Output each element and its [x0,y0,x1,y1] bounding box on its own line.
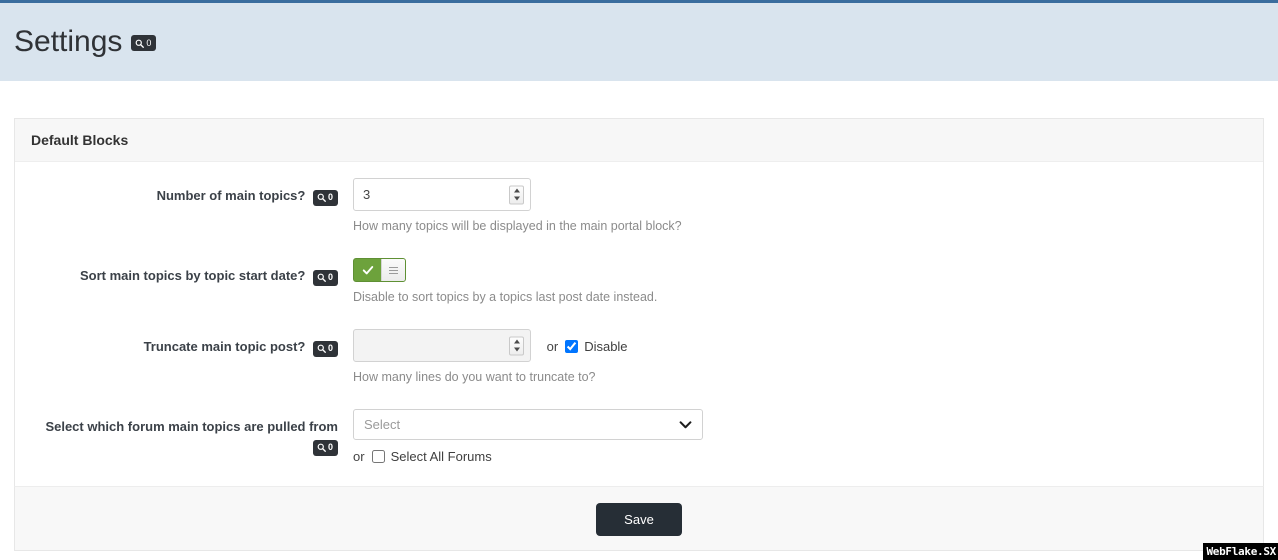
form-row-truncate-main-topic-post: Truncate main topic post? 0 or Disable H… [15,329,1263,385]
search-badge-count: 0 [327,442,333,453]
search-icon [317,443,326,452]
search-icon [136,39,145,48]
control-col: Select or Select All Forums [353,409,1263,464]
label-text: Sort main topics by topic start date? [79,268,306,283]
label-select-forum: Select which forum main topics are pulle… [15,409,353,456]
search-badge-count: 0 [146,37,152,48]
header-search-badge[interactable]: 0 [131,35,157,51]
select-all-forums-group: or Select All Forums [353,449,1263,464]
control-col: Disable to sort topics by a topics last … [353,258,1263,305]
label-number-of-main-topics: Number of main topics? 0 [15,178,353,206]
number-stepper[interactable] [509,336,524,355]
panel-footer: Save [14,486,1264,551]
field-help-badge[interactable]: 0 [312,189,338,206]
number-of-main-topics-input-wrap[interactable] [353,178,531,211]
handle-line [389,269,398,271]
number-stepper[interactable] [509,185,524,204]
forum-select-value: Select [364,417,401,432]
handle-line [389,266,398,268]
truncate-disable-checkbox-label[interactable]: Disable [565,339,628,355]
handle-line [389,272,398,274]
stepper-down-icon[interactable] [513,347,520,352]
label-text: Select which forum main topics are pulle… [45,419,338,434]
search-badge-count: 0 [327,343,333,354]
toggle-on-region[interactable] [354,259,381,281]
stepper-down-icon[interactable] [513,196,520,201]
stepper-up-icon[interactable] [513,188,520,193]
control-col: How many topics will be displayed in the… [353,178,1263,234]
search-badge-count: 0 [327,272,333,283]
control-col: or Disable How many lines do you want to… [353,329,1263,385]
toggle-handle[interactable] [381,259,405,281]
forum-select[interactable]: Select [353,409,703,440]
save-button[interactable]: Save [596,503,682,536]
number-of-main-topics-input[interactable] [354,179,503,210]
label-truncate-main-topic-post: Truncate main topic post? 0 [15,329,353,357]
help-text-sort-main-topics: Disable to sort topics by a topics last … [353,290,658,304]
checkbox-text: Disable [584,339,628,355]
page-title-wrap: Settings 0 [14,25,157,58]
select-all-forums-checkbox-label[interactable]: Select All Forums [371,449,492,464]
forum-select-wrap[interactable]: Select [353,409,703,440]
truncate-lines-input[interactable] [354,330,503,361]
settings-panel: Default Blocks Number of main topics? 0 [14,118,1264,486]
search-badge-count: 0 [327,192,333,203]
or-text: or [546,339,559,355]
search-icon [317,193,326,202]
search-icon [317,273,326,282]
field-help-badge[interactable]: 0 [312,269,338,286]
check-icon [362,266,373,275]
select-all-forums-checkbox[interactable] [371,450,385,463]
sort-main-topics-toggle[interactable] [353,258,406,282]
truncate-input-wrap[interactable] [353,329,531,362]
field-help-badge[interactable]: 0 [312,439,338,456]
page-title: Settings [14,25,123,58]
field-help-badge[interactable]: 0 [312,340,338,357]
page-header: Settings 0 [0,0,1278,81]
truncate-disable-checkbox[interactable] [565,340,579,354]
label-text: Truncate main topic post? [143,339,306,354]
truncate-disable-group: or Disable [547,339,628,354]
panel-heading: Default Blocks [15,119,1263,162]
label-text: Number of main topics? [156,188,306,203]
help-text-number-of-main-topics: How many topics will be displayed in the… [353,219,682,233]
or-text: or [353,449,365,464]
form-row-number-of-main-topics: Number of main topics? 0 3 How many topi… [15,178,1263,234]
form-row-sort-main-topics: Sort main topics by topic start date? 0 [15,258,1263,305]
checkbox-text: Select All Forums [390,449,492,464]
panel-body: Number of main topics? 0 3 How many topi… [15,162,1263,486]
help-text-truncate: How many lines do you want to truncate t… [353,370,596,384]
label-sort-main-topics: Sort main topics by topic start date? 0 [15,258,353,286]
search-icon [317,344,326,353]
watermark: WebFlake.SX [1203,543,1278,560]
form-row-select-forum: Select which forum main topics are pulle… [15,409,1263,464]
stepper-up-icon[interactable] [513,339,520,344]
